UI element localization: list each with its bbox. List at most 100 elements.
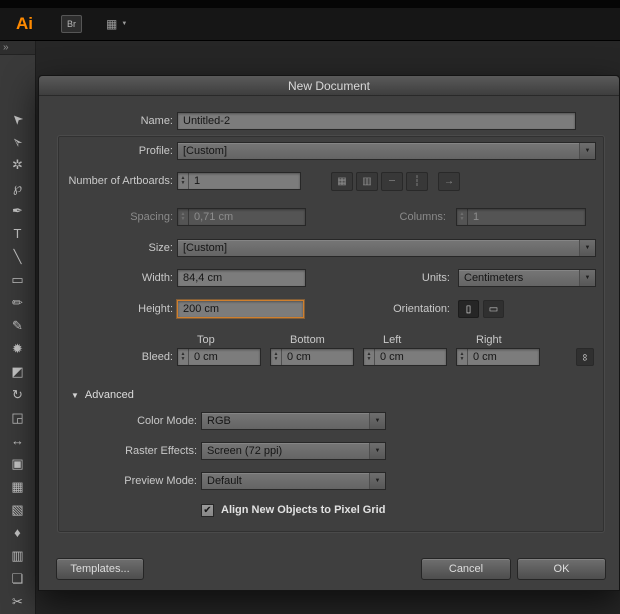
dropdown-arrow-icon: ▼ [579,270,595,286]
raster-effects-row: Raster Effects: Screen (72 ppi) ▼ [47,442,386,460]
width-label: Width: [141,272,173,284]
height-input[interactable]: 200 cm [177,300,304,318]
chevron-down-icon: ▼ [121,21,128,27]
bleed-left-input[interactable]: ▲ ▼ 0 cm [363,348,447,366]
bleed-left-value: 0 cm [380,351,404,363]
name-input[interactable]: Untitled-2 [177,112,576,130]
application-bar: Ai Br ▦ ▼ [0,8,620,41]
pixel-grid-checkbox[interactable]: ✔ [201,503,214,517]
height-label: Height: [138,303,173,315]
pen-tool[interactable]: ✒ [0,199,35,222]
dropdown-arrow-icon: ▼ [369,443,385,459]
orientation-portrait-button[interactable]: ▯ [458,300,479,318]
size-dropdown[interactable]: [Custom] ▼ [177,239,596,257]
spacing-input[interactable]: ▲ ▼ 0,71 cm [177,208,306,226]
profile-dropdown[interactable]: [Custom] ▼ [177,142,596,160]
name-label: Name: [140,115,173,127]
cancel-button[interactable]: Cancel [421,558,511,580]
color-mode-value: RGB [207,415,231,427]
size-row: Size: [Custom] ▼ [47,239,596,257]
spin-down-icon[interactable]: ▼ [181,357,186,362]
illustrator-logo: Ai [16,14,33,33]
direct-selection-tool[interactable]: ➢ [0,130,35,153]
color-mode-dropdown[interactable]: RGB ▼ [201,412,386,430]
arrange-by-column-button[interactable]: ┆ [406,171,428,191]
bleed-row: Bleed: ▲ ▼ 0 cm ▲ ▼ 0 cm ▲ ▼ 0 cm ▲ ▼ 0 cm ∞ [47,348,594,366]
spacing-stepper: ▲ ▼ [178,209,189,225]
dialog-title[interactable]: New Document [39,76,619,96]
blob-brush-tool[interactable]: ✹ [0,337,35,360]
tool-list: ➤ ➢ ✲ ℘ ✒ T ╲ ▭ ✏ ✎ ✹ ◩ ↻ ◲ ↔ ▣ ▦ ▧ ♦ ▥ … [0,55,35,613]
spacing-value: 0,71 cm [194,211,234,223]
units-dropdown[interactable]: Centimeters ▼ [458,269,596,287]
artboards-input[interactable]: ▲ ▼ 1 [177,172,301,190]
bleed-bottom-input[interactable]: ▲ ▼ 0 cm [270,348,354,366]
size-value: [Custom] [183,242,228,254]
bridge-button[interactable]: Br [61,15,82,33]
columns-label: Columns: [399,211,446,223]
grid-by-row-icon: ▦ [337,175,347,187]
spin-down-icon[interactable]: ▼ [367,357,372,362]
bleed-top-stepper: ▲ ▼ [178,349,189,365]
width-input[interactable]: 84,4 cm [177,269,306,287]
grid-by-column-button[interactable]: ▥ [356,171,378,191]
pencil-tool[interactable]: ✎ [0,314,35,337]
color-mode-label: Color Mode: [137,415,197,427]
paintbrush-tool[interactable]: ✏ [0,291,35,314]
rotate-tool[interactable]: ↻ [0,383,35,406]
lasso-tool[interactable]: ℘ [0,176,35,199]
magic-wand-tool[interactable]: ✲ [0,153,35,176]
layout-direction-button[interactable]: → [438,171,460,191]
spin-down-icon[interactable]: ▼ [274,357,279,362]
bleed-top-input[interactable]: ▲ ▼ 0 cm [177,348,261,366]
ok-button[interactable]: OK [517,558,606,580]
gradient-tool[interactable]: ▧ [0,498,35,521]
mesh-tool[interactable]: ▦ [0,475,35,498]
eyedropper-tool[interactable]: ♦ [0,521,35,544]
line-segment-tool[interactable]: ╲ [0,245,35,268]
type-tool[interactable]: T [0,222,35,245]
spin-down-icon[interactable]: ▼ [181,217,186,222]
preview-mode-dropdown[interactable]: Default ▼ [201,472,386,490]
raster-effects-dropdown[interactable]: Screen (72 ppi) ▼ [201,442,386,460]
advanced-disclosure[interactable]: ▼ Advanced [71,386,134,404]
slice-tool[interactable]: ✂ [0,590,35,613]
spin-down-icon[interactable]: ▼ [181,181,186,186]
arrange-documents-button[interactable]: ▦ ▼ [106,17,127,31]
columns-input[interactable]: ▲ ▼ 1 [456,208,586,226]
bleed-right-input[interactable]: ▲ ▼ 0 cm [456,348,540,366]
artboard-tool[interactable]: ❏ [0,567,35,590]
panel-collapse-button[interactable]: » [0,41,35,55]
selection-tool-icon: ➤ [7,109,27,129]
spin-down-icon[interactable]: ▼ [460,357,465,362]
raster-effects-label: Raster Effects: [125,445,197,457]
disclosure-triangle-icon: ▼ [71,390,79,400]
width-tool[interactable]: ↔ [0,429,35,452]
bleed-label: Bleed: [141,351,173,363]
artboards-row: Number of Artboards: ▲ ▼ 1 ▦ ▥ ┄ ┆ → [47,171,460,191]
portrait-icon: ▯ [465,303,472,315]
bleed-right-value: 0 cm [473,351,497,363]
profile-row: Profile: [Custom] ▼ [47,142,596,160]
check-icon: ✔ [203,504,212,516]
pixel-grid-row: ✔ Align New Objects to Pixel Grid [201,501,385,519]
size-label: Size: [148,242,173,254]
shape-builder-tool[interactable]: ▣ [0,452,35,475]
templates-button[interactable]: Templates... [56,558,144,580]
grid-by-row-button[interactable]: ▦ [331,171,353,191]
rectangle-tool[interactable]: ▭ [0,268,35,291]
selection-tool[interactable]: ➤ [0,107,35,130]
units-label: Units: [421,272,450,284]
bleed-link-button[interactable]: ∞ [576,348,594,366]
column-graph-tool[interactable]: ▥ [0,544,35,567]
scale-tool[interactable]: ◲ [0,406,35,429]
arrange-by-row-button[interactable]: ┄ [381,171,403,191]
columns-stepper: ▲ ▼ [457,209,468,225]
documents-grid-icon: ▦ [106,17,118,31]
spin-down-icon[interactable]: ▼ [460,217,465,222]
eraser-tool[interactable]: ◩ [0,360,35,383]
columns-value: 1 [473,211,480,223]
link-icon: ∞ [579,353,591,361]
orientation-landscape-button[interactable]: ▭ [483,300,504,318]
bleed-top-header: Top [197,334,215,346]
